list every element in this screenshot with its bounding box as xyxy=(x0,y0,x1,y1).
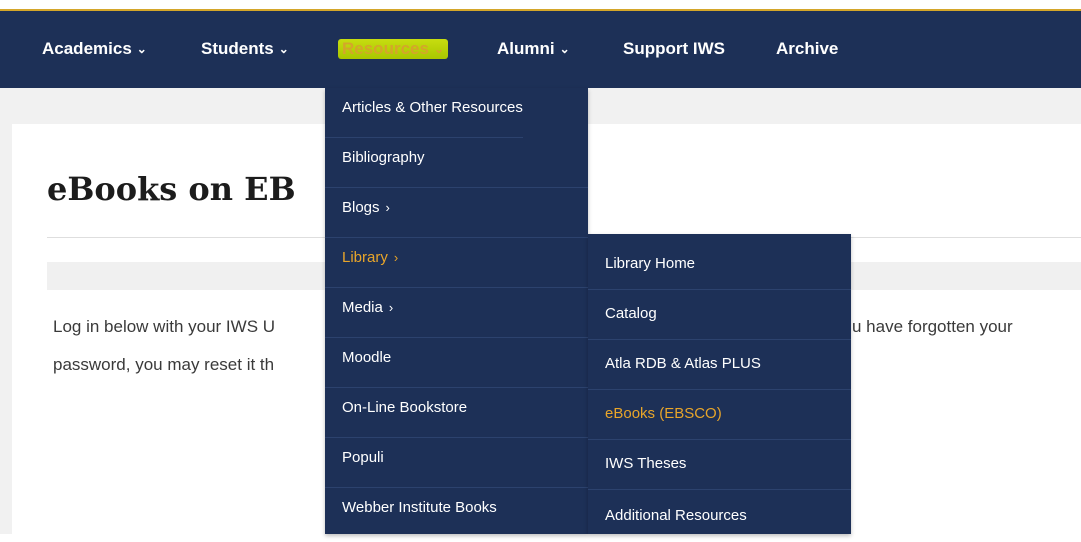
menu-item-media[interactable]: Media › xyxy=(325,288,588,338)
submenu-item-catalog[interactable]: Catalog xyxy=(588,290,851,340)
nav-students-label: Students xyxy=(201,39,274,58)
submenu-item-ebooks[interactable]: eBooks (EBSCO) xyxy=(588,390,851,440)
nav-support-label: Support IWS xyxy=(623,39,725,58)
menu-item-label: Library Home xyxy=(605,255,696,272)
menu-item-label: Blogs xyxy=(342,199,380,216)
chevron-down-icon: ⌄ xyxy=(559,42,570,56)
chevron-down-icon: ⌄ xyxy=(278,42,289,56)
nav-alumni[interactable]: Alumni ⌄ xyxy=(497,39,570,59)
main-navbar: Academics ⌄ Students ⌄ Resources ⌄ Alumni ⌄ … xyxy=(0,9,1081,88)
library-submenu: Library Home Catalog Atla RDB & Atlas PL… xyxy=(588,234,851,534)
chevron-down-icon: ⌄ xyxy=(433,42,444,56)
nav-resources[interactable]: Resources ⌄ xyxy=(338,39,448,59)
chevron-right-icon: › xyxy=(393,250,399,265)
nav-alumni-label: Alumni xyxy=(497,39,555,58)
left-gutter xyxy=(0,124,12,534)
menu-item-bookstore[interactable]: On-Line Bookstore xyxy=(325,388,588,438)
nav-resources-label: Resources xyxy=(342,39,429,58)
menu-item-articles[interactable]: Articles & Other Resources xyxy=(325,88,523,138)
menu-item-label: Articles & Other Resources xyxy=(342,99,523,116)
menu-item-bibliography[interactable]: Bibliography xyxy=(325,138,588,188)
menu-item-library[interactable]: Library › xyxy=(325,238,588,288)
submenu-item-additional[interactable]: Additional Resources xyxy=(588,490,851,540)
menu-item-label: Media xyxy=(342,299,383,316)
menu-item-populi[interactable]: Populi xyxy=(325,438,588,488)
menu-item-label: Moodle xyxy=(342,349,392,366)
submenu-item-library-home[interactable]: Library Home xyxy=(588,240,851,290)
menu-item-label: Catalog xyxy=(605,305,657,322)
submenu-item-iws-theses[interactable]: IWS Theses xyxy=(588,440,851,490)
menu-item-label: Populi xyxy=(342,449,384,466)
nav-archive-label: Archive xyxy=(776,39,839,58)
menu-item-blogs[interactable]: Blogs › xyxy=(325,188,588,238)
top-strip xyxy=(0,0,1081,9)
nav-academics-label: Academics xyxy=(42,39,132,58)
resources-dropdown: Articles & Other Resources Bibliography … xyxy=(325,88,588,534)
menu-item-label: Library xyxy=(342,249,388,266)
submenu-item-atla[interactable]: Atla RDB & Atlas PLUS xyxy=(588,340,851,390)
menu-item-webber-books[interactable]: Webber Institute Books xyxy=(325,488,588,538)
nav-students[interactable]: Students ⌄ xyxy=(201,39,289,59)
chevron-down-icon: ⌄ xyxy=(136,42,147,56)
menu-item-label: Additional Resources xyxy=(605,507,747,524)
menu-item-label: Webber Institute Books xyxy=(342,499,497,516)
body-text-line-2: password, you may reset it th xyxy=(53,355,275,374)
menu-item-label: On-Line Bookstore xyxy=(342,399,468,416)
nav-academics[interactable]: Academics ⌄ xyxy=(42,39,147,59)
nav-archive[interactable]: Archive xyxy=(776,39,838,59)
chevron-right-icon: › xyxy=(388,300,394,315)
page-title: eBooks on EB xyxy=(47,170,296,208)
chevron-right-icon: › xyxy=(385,200,390,215)
menu-item-label: eBooks (EBSCO) xyxy=(605,405,722,422)
menu-item-label: Atla RDB & Atlas PLUS xyxy=(605,355,761,372)
menu-item-label: IWS Theses xyxy=(605,455,687,472)
menu-item-moodle[interactable]: Moodle xyxy=(325,338,588,388)
nav-support-iws[interactable]: Support IWS xyxy=(623,39,725,59)
body-text-line-1-right: u have forgotten your xyxy=(852,317,1013,336)
menu-item-label: Bibliography xyxy=(342,149,425,166)
body-text-line-1: Log in below with your IWS U xyxy=(53,317,276,336)
